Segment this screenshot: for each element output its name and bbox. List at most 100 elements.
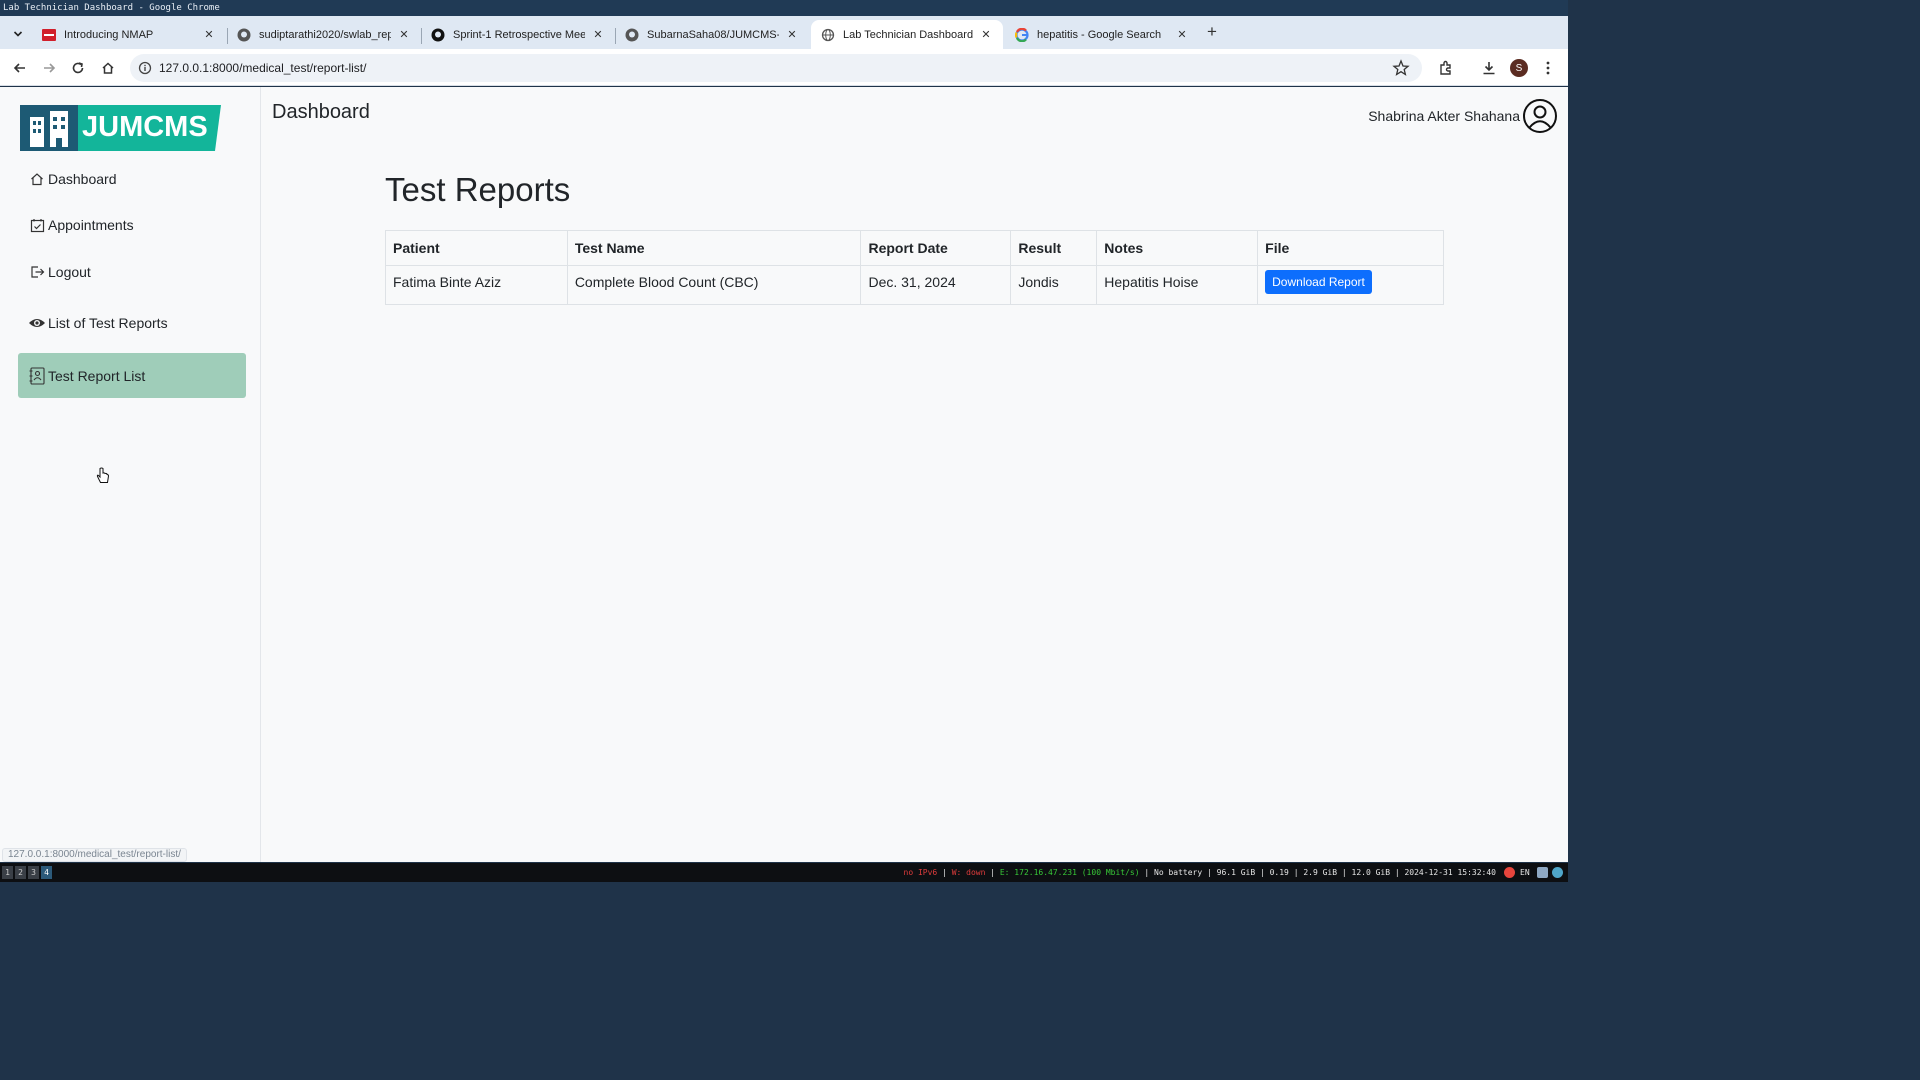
home-icon bbox=[28, 170, 46, 188]
cell-result: Jondis bbox=[1010, 265, 1098, 305]
more-vertical-icon bbox=[1546, 61, 1550, 75]
workspace-1[interactable]: 1 bbox=[2, 866, 13, 879]
sidebar: JUMCMS Dashboard Appointments Logout Lis… bbox=[2, 87, 261, 862]
arrow-right-icon bbox=[44, 63, 56, 73]
memory-total-status: 12.0 GiB bbox=[1351, 868, 1391, 877]
reload-icon bbox=[72, 62, 84, 74]
cell-patient: Fatima Binte Aziz bbox=[385, 265, 568, 305]
hand-cursor-icon bbox=[96, 467, 110, 483]
browser-menu-button[interactable] bbox=[1538, 58, 1558, 78]
home-icon bbox=[102, 62, 114, 74]
download-icon bbox=[1483, 62, 1495, 75]
wifi-status: W: down bbox=[951, 868, 986, 877]
table-header-row: Patient Test Name Report Date Result Not… bbox=[385, 230, 1444, 266]
chevron-down-icon bbox=[13, 31, 23, 37]
home-button[interactable] bbox=[97, 57, 119, 79]
nmap-icon bbox=[42, 28, 56, 42]
calendar-check-icon bbox=[28, 216, 46, 234]
test-reports-table: Patient Test Name Report Date Result Not… bbox=[385, 230, 1444, 305]
url-text[interactable]: 127.0.0.1:8000/medical_test/report-list/ bbox=[159, 61, 366, 75]
close-icon[interactable]: ✕ bbox=[202, 28, 216, 42]
address-bar[interactable]: 127.0.0.1:8000/medical_test/report-list/ bbox=[130, 54, 1422, 82]
network-tray-icon[interactable] bbox=[1552, 867, 1563, 878]
language-indicator[interactable]: EN bbox=[1520, 863, 1530, 882]
sidebar-item-label: Logout bbox=[48, 264, 91, 280]
load-status: 0.19 bbox=[1269, 868, 1289, 877]
puzzle-icon bbox=[1440, 60, 1451, 75]
sidebar-item-dashboard[interactable]: Dashboard bbox=[18, 157, 246, 201]
tab-label: Lab Technician Dashboard bbox=[843, 28, 973, 41]
sidebar-item-test-report-list[interactable]: Test Report List bbox=[18, 353, 246, 398]
sidebar-item-list-of-test-reports[interactable]: List of Test Reports bbox=[18, 301, 246, 345]
jumcms-logo[interactable]: JUMCMS bbox=[20, 105, 221, 151]
workspace-2[interactable]: 2 bbox=[15, 866, 26, 879]
status-bubble-url: 127.0.0.1:8000/medical_test/report-list/ bbox=[2, 848, 187, 862]
profile-avatar[interactable]: S bbox=[1510, 59, 1528, 77]
close-icon[interactable]: ✕ bbox=[1175, 28, 1189, 42]
tab-hepatitis-search[interactable]: hepatitis - Google Search ✕ bbox=[1005, 20, 1199, 49]
cell-test-name: Complete Blood Count (CBC) bbox=[566, 265, 862, 305]
cell-report-date: Dec. 31, 2024 bbox=[860, 265, 1012, 305]
tab-sprint-retrospective[interactable]: Sprint-1 Retrospective Meet ✕ bbox=[421, 20, 615, 49]
sidebar-item-logout[interactable]: Logout bbox=[18, 250, 246, 294]
column-header-result: Result bbox=[1010, 230, 1098, 266]
window-title: Lab Technician Dashboard - Google Chrome bbox=[0, 0, 1568, 16]
battery-status: No battery bbox=[1154, 868, 1203, 877]
chrome-tray-icon[interactable] bbox=[1504, 867, 1515, 878]
workspace-3[interactable]: 3 bbox=[28, 866, 39, 879]
tab-lab-technician-dashboard[interactable]: Lab Technician Dashboard ✕ bbox=[811, 20, 1003, 49]
cell-notes: Hepatitis Hoise bbox=[1096, 265, 1259, 305]
close-icon[interactable]: ✕ bbox=[591, 28, 605, 42]
os-status-bar: 1 2 3 4 no IPv6 | W: down | E: 172.16.47… bbox=[0, 863, 1568, 882]
google-icon bbox=[1015, 27, 1029, 42]
column-header-patient: Patient bbox=[385, 230, 568, 266]
downloads-button[interactable] bbox=[1479, 58, 1499, 78]
eye-icon bbox=[28, 314, 46, 332]
memory-status: 2.9 GiB bbox=[1303, 868, 1338, 877]
cell-file: Download Report bbox=[1257, 265, 1444, 305]
back-button[interactable] bbox=[9, 57, 31, 79]
github-icon bbox=[625, 28, 639, 42]
user-name: Shabrina Akter Shahana bbox=[1368, 108, 1520, 124]
logout-icon bbox=[28, 263, 46, 281]
sidebar-item-appointments[interactable]: Appointments bbox=[18, 203, 246, 247]
content-title: Test Reports bbox=[385, 171, 571, 208]
sidebar-item-label: Test Report List bbox=[48, 367, 146, 384]
datetime-status: 2024-12-31 15:32:40 bbox=[1404, 868, 1496, 877]
new-tab-button[interactable]: + bbox=[1203, 22, 1221, 42]
display-tray-icon[interactable] bbox=[1537, 867, 1548, 878]
arrow-left-icon bbox=[13, 63, 25, 73]
column-header-report-date: Report Date bbox=[860, 230, 1012, 266]
tab-jumcms-repo[interactable]: SubarnaSaha08/JUMCMS-Ja ✕ bbox=[615, 20, 809, 49]
tab-label: SubarnaSaha08/JUMCMS-Ja bbox=[647, 28, 779, 41]
download-report-button[interactable]: Download Report bbox=[1265, 270, 1372, 294]
github-icon bbox=[431, 28, 445, 42]
column-header-file: File bbox=[1257, 230, 1444, 266]
tab-label: Introducing NMAP bbox=[64, 28, 154, 41]
table-row: Fatima Binte Aziz Complete Blood Count (… bbox=[385, 265, 1444, 305]
globe-icon bbox=[821, 28, 835, 42]
system-status: no IPv6 | W: down | E: 172.16.47.231 (10… bbox=[903, 868, 1496, 877]
tab-introducing-nmap[interactable]: Introducing NMAP ✕ bbox=[32, 20, 226, 49]
workspace-4[interactable]: 4 bbox=[41, 866, 52, 879]
bookmark-star-icon[interactable] bbox=[1392, 59, 1410, 77]
info-icon[interactable] bbox=[138, 61, 152, 75]
web-page: JUMCMS Dashboard Appointments Logout Lis… bbox=[0, 87, 1568, 862]
ethernet-status: E: 172.16.47.231 (100 Mbit/s) bbox=[999, 868, 1140, 877]
ipv6-status: no IPv6 bbox=[903, 868, 938, 877]
close-icon[interactable]: ✕ bbox=[979, 28, 993, 42]
close-icon[interactable]: ✕ bbox=[785, 28, 799, 42]
browser-toolbar: 127.0.0.1:8000/medical_test/report-list/… bbox=[0, 49, 1568, 86]
tab-strip: Introducing NMAP ✕ sudiptarathi2020/swla… bbox=[0, 16, 1568, 49]
user-avatar-icon[interactable] bbox=[1522, 98, 1558, 134]
tab-label: sudiptarathi2020/swlab_rep bbox=[259, 28, 391, 41]
close-icon[interactable]: ✕ bbox=[397, 28, 411, 42]
tab-search-button[interactable] bbox=[7, 24, 29, 44]
column-header-notes: Notes bbox=[1096, 230, 1259, 266]
extensions-button[interactable] bbox=[1436, 58, 1456, 78]
page-header-title: Dashboard bbox=[272, 101, 370, 123]
reload-button[interactable] bbox=[67, 57, 89, 79]
tab-swlab-rep[interactable]: sudiptarathi2020/swlab_rep ✕ bbox=[227, 20, 421, 49]
sidebar-item-label: Dashboard bbox=[48, 171, 117, 187]
forward-button[interactable] bbox=[38, 57, 60, 79]
